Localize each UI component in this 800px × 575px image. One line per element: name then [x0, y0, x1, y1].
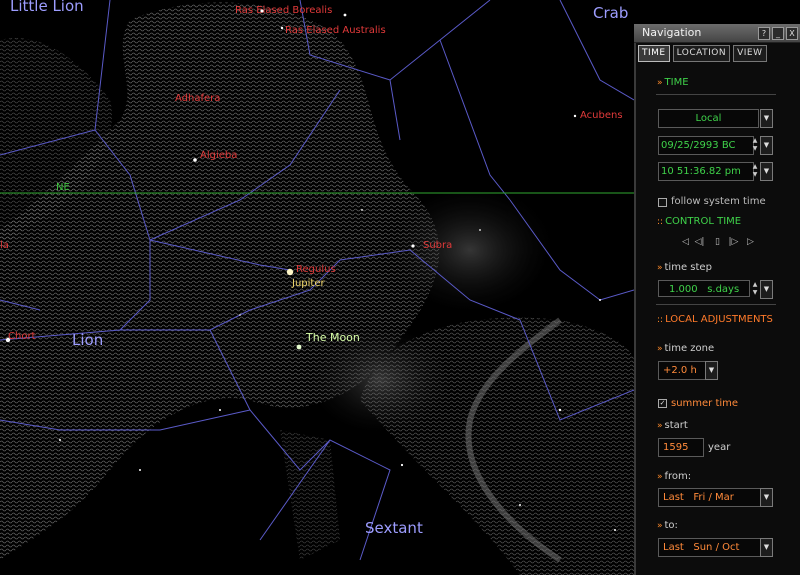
grid-label-ne: NE — [56, 182, 70, 193]
edge-label: la — [0, 240, 9, 251]
tab-view[interactable]: VIEW — [733, 45, 767, 62]
year-label: year — [708, 442, 731, 453]
start-label-text: start — [664, 420, 688, 431]
navigation-titlebar[interactable]: Navigation ? _ X — [634, 24, 800, 43]
to-select-value: Last Sun / Oct — [663, 542, 740, 553]
timezone-select-value: Local — [695, 113, 722, 124]
control-time-section-label: CONTROL TIME — [665, 216, 742, 227]
time-step-dropdown-arrow-icon[interactable]: ▼ — [760, 280, 773, 299]
time-dropdown-arrow-icon[interactable]: ▼ — [760, 162, 773, 181]
time-zone-label-text: time zone — [664, 343, 715, 354]
time-section-label: TIME — [664, 77, 689, 88]
moon-label: The Moon — [306, 331, 360, 344]
summer-time-label: summer time — [671, 398, 739, 409]
divider — [656, 94, 776, 95]
from-label: » from: — [657, 471, 691, 482]
tab-time[interactable]: TIME — [638, 45, 670, 62]
time-field[interactable]: 10 51:36.82 pm — [658, 162, 754, 181]
section-arrow-icon: » — [657, 521, 663, 531]
start-year-field[interactable]: 1595 — [658, 438, 704, 457]
star-label-ras-elased-borealis: Ras Elased Borealis — [235, 5, 333, 16]
from-label-text: from: — [664, 471, 692, 482]
constellation-label-sextant: Sextant — [365, 519, 423, 537]
from-select-value: Last Fri / Mar — [663, 492, 734, 503]
section-arrow-icon: » — [657, 344, 663, 354]
tab-location[interactable]: LOCATION — [672, 45, 731, 62]
time-zone-dropdown-arrow-icon[interactable]: ▼ — [705, 361, 718, 380]
time-step-label-text: time step — [664, 262, 712, 273]
panel-title: Navigation — [642, 26, 702, 39]
section-arrow-icon: » — [657, 472, 663, 482]
follow-system-time-label: follow system time — [671, 196, 766, 207]
time-zone-field[interactable]: +2.0 h — [658, 361, 706, 380]
local-adjustments-section-header[interactable]: :: LOCAL ADJUSTMENTS — [657, 314, 773, 325]
fast-forward-icon[interactable]: ▷ — [745, 236, 756, 248]
date-spinner[interactable]: ▲ ▼ — [752, 137, 758, 154]
start-year-value: 1595 — [663, 442, 689, 453]
time-step-spinner[interactable]: ▲ ▼ — [752, 281, 758, 298]
star-label-acubens: Acubens — [580, 110, 623, 121]
section-arrow-icon: » — [657, 78, 663, 88]
divider — [656, 304, 776, 305]
time-zone-value: +2.0 h — [663, 365, 697, 376]
star-label-ras-elased-australis: Ras Elased Australis — [285, 25, 386, 36]
time-spinner[interactable]: ▲ ▼ — [752, 163, 758, 180]
star-label-regulus: Regulus — [296, 264, 336, 275]
step-back-icon[interactable]: ◁| — [694, 236, 705, 248]
section-arrow-icon: » — [657, 263, 663, 273]
time-step-label: » time step — [657, 262, 712, 273]
section-arrow-icon: :: — [657, 315, 664, 325]
control-time-section-header[interactable]: :: CONTROL TIME — [657, 216, 741, 227]
constellation-label-lion: Lion — [72, 331, 104, 349]
constellation-label-crab: Crab — [593, 4, 629, 22]
panel-tabs: TIME LOCATION VIEW — [638, 45, 767, 62]
date-field-value: 09/25/2993 BC — [661, 140, 736, 151]
from-select[interactable]: Last Fri / Mar — [658, 488, 762, 507]
star-label-subra: Subra — [423, 240, 453, 251]
step-forward-icon[interactable]: |▷ — [728, 236, 739, 248]
rewind-icon[interactable]: ◁ — [680, 236, 691, 248]
local-adjustments-section-label: LOCAL ADJUSTMENTS — [665, 314, 773, 325]
date-dropdown-arrow-icon[interactable]: ▼ — [760, 136, 773, 155]
to-label-text: to: — [664, 520, 678, 531]
sky-view[interactable]: Little Lion Crab Lion Sextant Ras Elased… — [0, 0, 634, 575]
to-select[interactable]: Last Sun / Oct — [658, 538, 762, 557]
to-dropdown-arrow-icon[interactable]: ▼ — [760, 538, 773, 557]
section-arrow-icon: :: — [657, 217, 664, 227]
section-arrow-icon: » — [657, 421, 663, 431]
time-step-field[interactable]: 1.000 s.days — [658, 280, 750, 297]
timezone-select[interactable]: Local — [658, 109, 759, 128]
planet-label-jupiter: Jupiter — [292, 278, 325, 289]
to-label: » to: — [657, 520, 678, 531]
star-label-algieba: Algieba — [200, 150, 238, 161]
help-button[interactable]: ? — [758, 27, 770, 40]
follow-system-time-checkbox[interactable] — [658, 198, 667, 207]
star-label-chort: Chort — [8, 331, 36, 342]
minimize-button[interactable]: _ — [772, 27, 784, 40]
summer-time-checkbox[interactable]: ✓ — [658, 399, 667, 408]
time-step-unit: s.days — [707, 284, 740, 295]
start-label: » start — [657, 420, 688, 431]
time-section-header[interactable]: » TIME — [657, 77, 689, 88]
timezone-dropdown-arrow-icon[interactable]: ▼ — [760, 109, 773, 128]
star-label-adhafera: Adhafera — [175, 93, 221, 104]
time-step-value: 1.000 — [669, 284, 698, 295]
close-button[interactable]: X — [786, 27, 798, 40]
time-zone-label: » time zone — [657, 343, 714, 354]
from-dropdown-arrow-icon[interactable]: ▼ — [760, 488, 773, 507]
pause-icon[interactable]: ▯ — [712, 236, 723, 248]
constellation-label-little-lion: Little Lion — [10, 0, 84, 15]
date-field[interactable]: 09/25/2993 BC — [658, 136, 754, 155]
time-field-value: 10 51:36.82 pm — [661, 166, 741, 177]
